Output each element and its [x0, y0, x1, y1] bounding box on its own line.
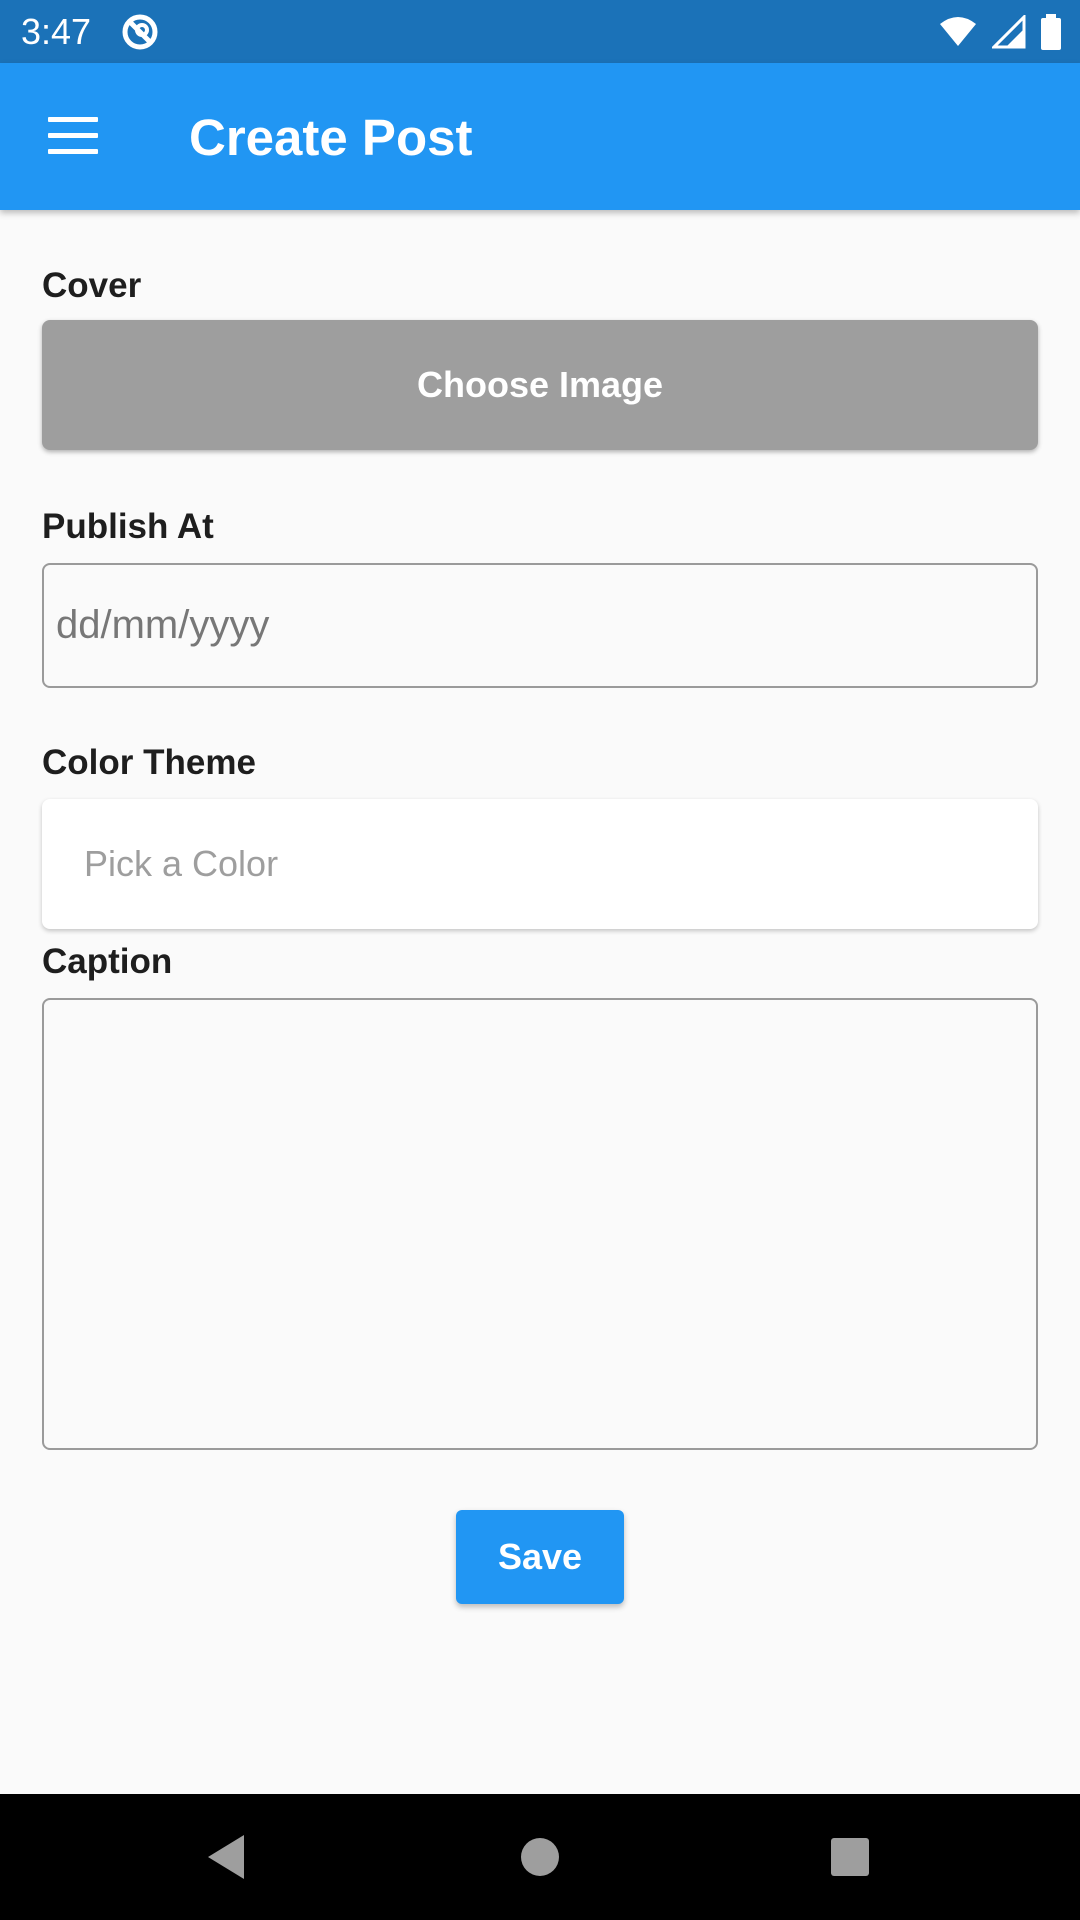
wifi-icon [940, 17, 976, 46]
publish-at-label: Publish At [42, 507, 214, 546]
menu-icon[interactable] [48, 117, 98, 155]
app-bar: Create Post [0, 63, 1080, 210]
status-time: 3:47 [21, 11, 92, 52]
cell-signal-icon [992, 15, 1026, 49]
page-title: Create Post [189, 109, 473, 166]
color-picker-placeholder: Pick a Color [84, 843, 279, 884]
color-theme-label: Color Theme [42, 743, 256, 782]
status-bar: 3:47 [0, 0, 1080, 63]
app-notification-icon [122, 14, 158, 50]
color-picker[interactable]: Pick a Color [42, 799, 1038, 929]
recents-icon[interactable] [820, 1827, 880, 1887]
publish-date-input[interactable] [42, 563, 1038, 688]
battery-icon [1041, 14, 1061, 50]
screen: 3:47 Create Post Cover Choose Image Publ… [0, 0, 1080, 1920]
back-icon[interactable] [200, 1827, 260, 1887]
navigation-bar [0, 1794, 1080, 1920]
status-icons [938, 12, 1062, 52]
choose-image-button[interactable]: Choose Image [42, 320, 1038, 450]
home-icon[interactable] [510, 1827, 570, 1887]
save-button[interactable]: Save [456, 1510, 624, 1604]
caption-label: Caption [42, 942, 173, 981]
caption-textarea[interactable] [42, 998, 1038, 1450]
cover-label: Cover [42, 266, 142, 305]
